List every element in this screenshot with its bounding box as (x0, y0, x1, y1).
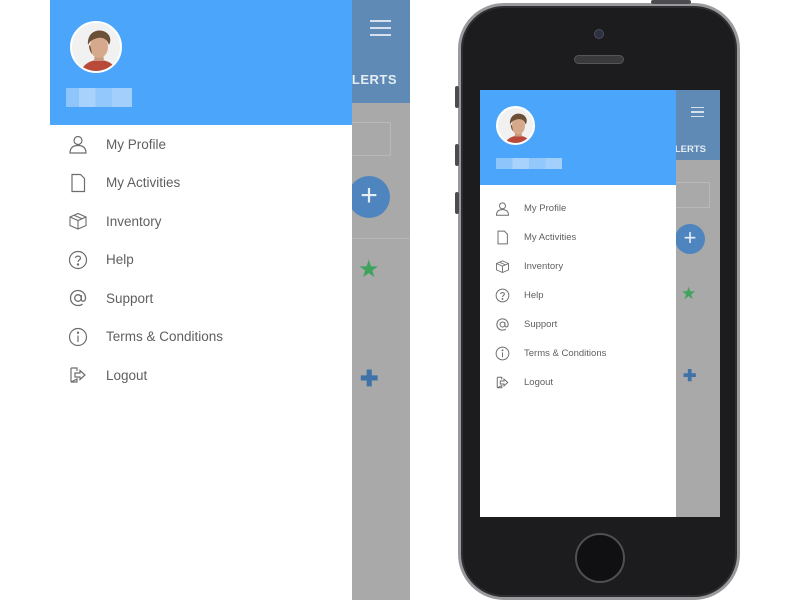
large-screen-view: ALERTS + ★ ✚ (50, 0, 410, 600)
menu-item-my-profile[interactable]: My Profile (480, 194, 676, 223)
power-button (651, 0, 691, 4)
box-icon (68, 211, 88, 231)
menu-item-label: Support (524, 319, 558, 330)
menu-item-label: Help (524, 290, 544, 301)
menu-item-terms[interactable]: Terms & Conditions (50, 318, 352, 357)
person-icon (68, 134, 88, 154)
menu-item-help[interactable]: Help (50, 241, 352, 280)
home-button[interactable] (575, 533, 625, 583)
mute-switch (455, 86, 459, 108)
person-icon (495, 201, 510, 216)
menu-item-label: Help (106, 252, 134, 268)
document-icon (495, 230, 510, 245)
plus-icon: ✚ (683, 368, 697, 385)
star-icon: ★ (358, 256, 380, 283)
avatar[interactable] (70, 21, 122, 73)
question-icon (68, 250, 88, 270)
at-icon (495, 317, 510, 332)
phone-screen: ALERTS + ★ ✚ (480, 90, 720, 517)
background-app-panel: ALERTS + ★ ✚ (348, 0, 410, 600)
menu-item-label: My Profile (524, 203, 567, 214)
menu-item-my-profile[interactable]: My Profile (50, 125, 352, 164)
menu-item-my-activities[interactable]: My Activities (50, 164, 352, 203)
info-icon (68, 327, 88, 347)
navigation-drawer: My Profile My Activities Inventory Help … (50, 0, 352, 600)
front-camera (594, 29, 604, 39)
add-fab-button[interactable]: + (348, 176, 390, 218)
alerts-tab-label[interactable]: ALERTS (676, 144, 720, 155)
menu-item-label: My Activities (524, 232, 577, 243)
background-input-field (674, 182, 710, 208)
profile-photo (72, 23, 120, 71)
username-redacted (496, 158, 562, 169)
volume-down-button (455, 192, 459, 214)
hamburger-menu-icon[interactable] (370, 20, 391, 36)
menu-item-inventory[interactable]: Inventory (480, 252, 676, 281)
profile-photo (498, 108, 533, 143)
avatar[interactable] (496, 106, 535, 145)
navigation-drawer: My Profile My Activities Inventory Help … (480, 90, 676, 517)
menu-item-label: My Profile (106, 136, 167, 152)
menu-item-logout[interactable]: Logout (480, 368, 676, 397)
menu-item-support[interactable]: Support (50, 279, 352, 318)
logout-icon (495, 375, 510, 390)
menu-item-label: Terms & Conditions (106, 329, 224, 345)
question-icon (495, 288, 510, 303)
iphone-mockup: ALERTS + ★ ✚ (455, 0, 740, 600)
at-icon (68, 288, 88, 308)
menu-item-terms[interactable]: Terms & Conditions (480, 339, 676, 368)
background-divider (352, 238, 410, 239)
menu-item-label: Logout (524, 377, 554, 388)
document-icon (68, 173, 88, 193)
drawer-header (50, 0, 352, 125)
menu-item-label: Logout (106, 367, 148, 383)
menu-item-my-activities[interactable]: My Activities (480, 223, 676, 252)
plus-icon: ✚ (360, 366, 379, 391)
background-input-field (348, 122, 391, 156)
menu-item-label: My Activities (106, 175, 181, 191)
menu-item-inventory[interactable]: Inventory (50, 202, 352, 241)
background-app-header: ALERTS (352, 0, 410, 103)
earpiece-speaker (574, 55, 624, 64)
volume-up-button (455, 144, 459, 166)
menu-item-label: Inventory (106, 213, 162, 229)
menu-item-label: Support (106, 290, 154, 306)
box-icon (495, 259, 510, 274)
menu-item-help[interactable]: Help (480, 281, 676, 310)
username-redacted (66, 88, 132, 107)
info-icon (495, 346, 510, 361)
alerts-tab-label[interactable]: ALERTS (352, 72, 410, 87)
drawer-menu: My Profile My Activities Inventory Help … (480, 194, 676, 397)
hamburger-menu-icon[interactable] (691, 107, 704, 117)
menu-item-logout[interactable]: Logout (50, 356, 352, 395)
star-icon: ★ (681, 284, 697, 303)
drawer-menu: My Profile My Activities Inventory Help … (50, 125, 352, 395)
add-fab-button[interactable]: + (675, 224, 705, 254)
menu-item-support[interactable]: Support (480, 310, 676, 339)
drawer-header (480, 90, 676, 185)
menu-item-label: Terms & Conditions (524, 348, 607, 359)
menu-item-label: Inventory (524, 261, 564, 272)
logout-icon (68, 365, 88, 385)
